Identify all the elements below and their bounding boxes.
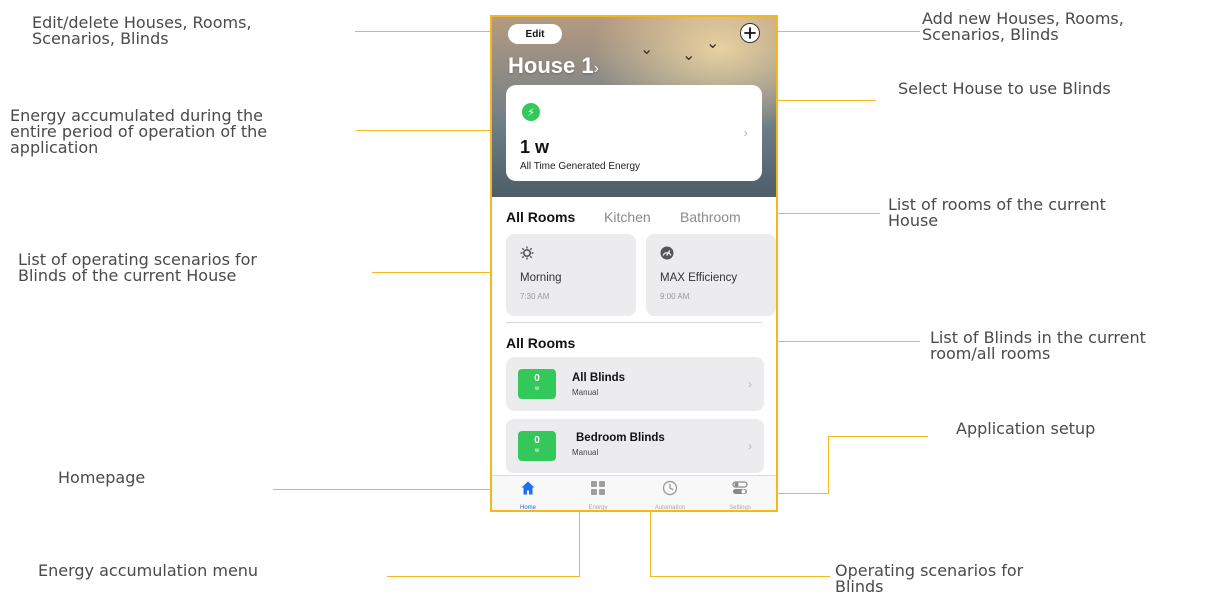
grid-icon: [591, 481, 605, 495]
room-tabs: All Rooms Kitchen Bathroom: [506, 209, 776, 227]
scenario-time: 7:30 AM: [520, 292, 550, 301]
energy-value: 1 w: [520, 137, 550, 157]
energy-badge: 0 w: [518, 369, 556, 399]
tab-bar: Home Energy Automation Settings: [492, 475, 776, 511]
blind-mode: Manual: [572, 448, 599, 457]
tabbar-label: Energy: [588, 505, 608, 511]
speedometer-icon: [660, 246, 674, 260]
scenario-card-morning[interactable]: Morning 7:30 AM: [506, 234, 636, 316]
callout-homepage: Homepage: [58, 468, 146, 487]
leader-energy-menu-b: [387, 576, 580, 577]
add-button[interactable]: [740, 23, 760, 43]
phone-screen: ⌄ ⌄ ⌄ Edit House 1› ⚡ › 1 w All Time Gen…: [490, 15, 778, 512]
blind-row-bedroom-blinds[interactable]: 0 w Bedroom Blinds Manual ›: [506, 419, 764, 473]
house-selector[interactable]: House 1›: [508, 53, 599, 79]
callout-blinds-list: List of Blinds in the current room/all r…: [930, 328, 1146, 363]
toggles-icon: [732, 481, 748, 494]
tab-bathroom[interactable]: Bathroom: [680, 209, 741, 225]
badge-unit: w: [534, 448, 540, 454]
energy-card[interactable]: ⚡ › 1 w All Time Generated Energy: [506, 85, 762, 181]
bird-decoration: ⌄: [682, 45, 696, 64]
callout-energy-total: Energy accumulated during the entire per…: [10, 106, 268, 157]
scenario-card-max-efficiency[interactable]: MAX Efficiency 9:00 AM: [646, 234, 776, 316]
divider: [506, 322, 762, 323]
section-title: All Rooms: [506, 335, 576, 351]
chevron-right-icon: ›: [748, 377, 752, 391]
tabbar-label: Home: [519, 505, 536, 511]
blind-name: Bedroom Blinds: [576, 432, 665, 444]
lightning-bolt-icon: ⚡: [522, 103, 540, 121]
tabbar-automation[interactable]: Automation: [640, 480, 700, 511]
blind-mode: Manual: [572, 388, 599, 397]
edit-button[interactable]: Edit: [508, 24, 562, 44]
leader-energy-total: [356, 130, 506, 131]
plus-icon: [744, 27, 756, 39]
clock-icon: [662, 480, 678, 496]
energy-label: All Time Generated Energy: [520, 161, 641, 172]
leader-app-setup-a: [828, 436, 928, 437]
energy-badge: 0 w: [518, 431, 556, 461]
tab-kitchen[interactable]: Kitchen: [604, 209, 651, 225]
tabbar-home[interactable]: Home: [498, 480, 558, 511]
leader-app-setup-b: [828, 436, 829, 494]
bird-decoration: ⌄: [706, 33, 720, 52]
sun-icon: [520, 246, 534, 260]
tabbar-label: Automation: [654, 505, 686, 511]
blind-name: All Blinds: [572, 372, 626, 384]
chevron-right-icon: ›: [743, 125, 748, 140]
leader-homepage: [273, 489, 518, 490]
callout-energy-menu: Energy accumulation menu: [38, 561, 259, 580]
badge-value: 0: [534, 435, 540, 446]
callout-app-setup: Application setup: [956, 419, 1096, 438]
house-title: House 1: [508, 53, 594, 78]
bird-decoration: ⌄: [640, 39, 654, 58]
scenario-name: MAX Efficiency: [660, 272, 738, 284]
leader-operating-b: [650, 576, 830, 577]
callout-rooms-list: List of rooms of the current House: [888, 195, 1106, 230]
leader-scenarios-list: [372, 272, 492, 273]
chevron-right-icon: ›: [748, 439, 752, 453]
callout-operating-scenarios: Operating scenarios for Blinds: [835, 561, 1024, 596]
callout-select-house: Select House to use Blinds: [898, 79, 1111, 98]
callout-edit: Edit/delete Houses, Rooms, Scenarios, Bl…: [32, 13, 252, 48]
tabbar-energy[interactable]: Energy: [568, 480, 628, 511]
badge-value: 0: [534, 373, 540, 384]
leader-edit: [355, 31, 505, 32]
tab-all-rooms[interactable]: All Rooms: [506, 209, 575, 225]
callout-scenarios-list: List of operating scenarios for Blinds o…: [18, 250, 257, 285]
badge-unit: w: [534, 386, 540, 392]
tabbar-settings[interactable]: Settings: [710, 480, 770, 511]
scenario-name: Morning: [520, 272, 562, 284]
callout-add: Add new Houses, Rooms, Scenarios, Blinds: [922, 9, 1124, 44]
scenario-time: 9:00 AM: [660, 292, 690, 301]
chevron-right-icon: ›: [593, 60, 599, 77]
home-icon: [521, 481, 535, 495]
blind-row-all-blinds[interactable]: 0 w All Blinds Manual ›: [506, 357, 764, 411]
leader-select-house-c: [763, 100, 876, 101]
tabbar-label: Settings: [729, 505, 751, 511]
